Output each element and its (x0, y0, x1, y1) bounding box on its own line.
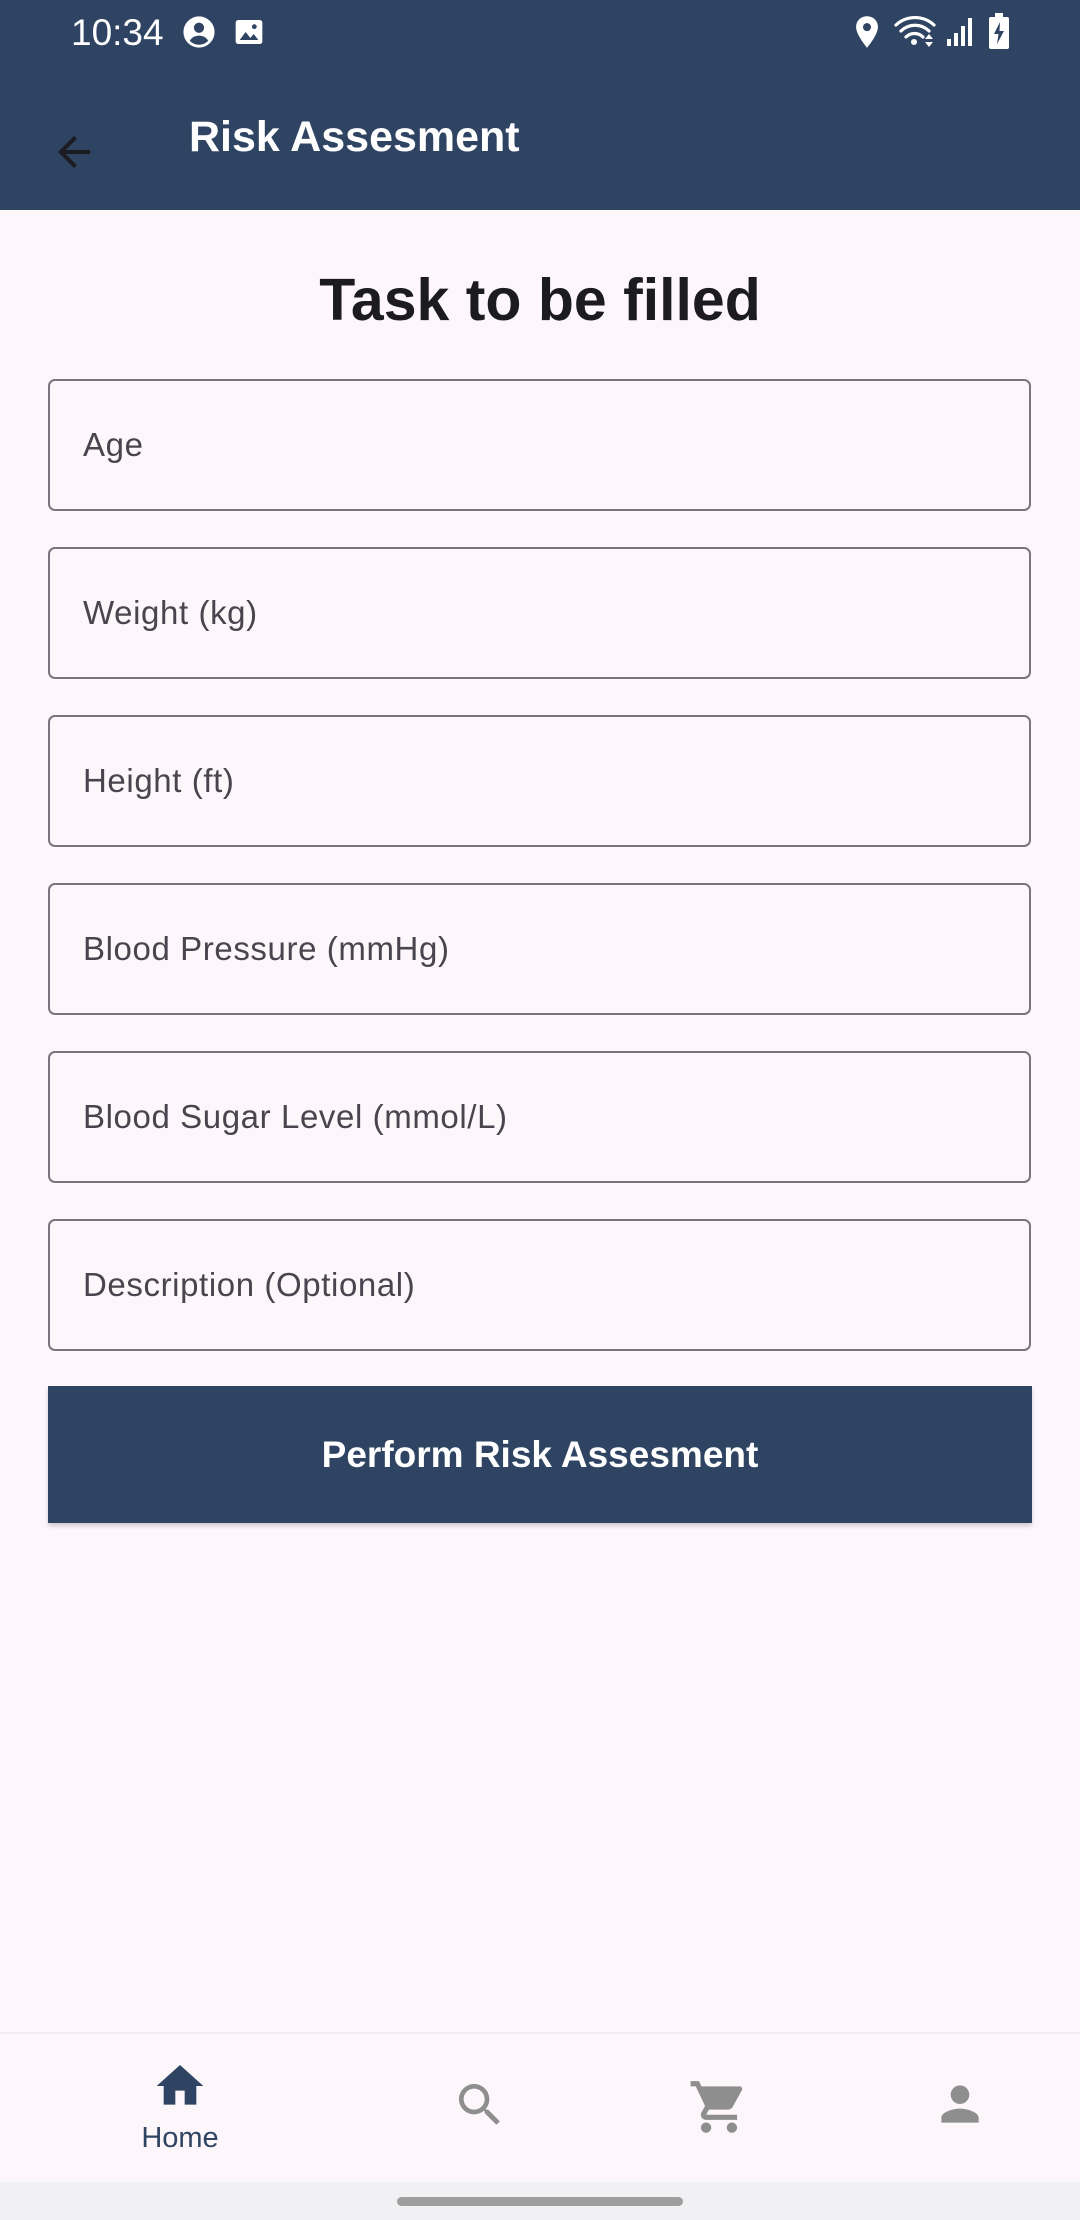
account-circle-icon (183, 16, 215, 48)
location-icon (856, 16, 878, 48)
search-icon (459, 2084, 500, 2125)
cart-icon (690, 2081, 743, 2133)
weight-field-label: Weight (kg) (83, 594, 258, 631)
description-field[interactable]: Description (Optional) (48, 1219, 1031, 1351)
image-icon (235, 20, 263, 44)
page-title: Risk Assesment (189, 113, 520, 161)
form-heading: Task to be filled (319, 267, 761, 333)
description-field-label: Description (Optional) (83, 1266, 416, 1303)
back-button[interactable] (26, 104, 122, 200)
nav-item-home[interactable]: Home (80, 2034, 280, 2182)
status-bar: 10:34 (0, 0, 1080, 66)
blood-sugar-field-label: Blood Sugar Level (mmol/L) (83, 1098, 508, 1135)
blood-pressure-field-label: Blood Pressure (mmHg) (83, 930, 450, 967)
height-field-label: Height (ft) (83, 762, 235, 799)
wifi-icon (894, 15, 936, 47)
bottom-nav: Home (0, 2032, 1080, 2182)
nav-item-profile[interactable] (860, 2034, 1060, 2182)
app-bar: Risk Assesment (0, 66, 1080, 210)
perform-risk-assessment-button[interactable]: Perform Risk Assesment (48, 1386, 1032, 1523)
person-icon (941, 2085, 979, 2123)
age-field[interactable]: Age (48, 379, 1031, 511)
age-field-label: Age (83, 426, 144, 463)
blood-sugar-field[interactable]: Blood Sugar Level (mmol/L) (48, 1051, 1031, 1183)
status-time: 10:34 (71, 12, 164, 53)
battery-icon (989, 13, 1009, 49)
signal-icon (947, 18, 972, 46)
nav-label-home: Home (141, 2122, 219, 2154)
nav-item-cart[interactable] (620, 2034, 820, 2182)
nav-item-search[interactable] (380, 2034, 580, 2182)
arrow-back-icon (58, 136, 90, 168)
perform-risk-assessment-label: Perform Risk Assesment (321, 1433, 759, 1475)
weight-field[interactable]: Weight (kg) (48, 547, 1031, 679)
gesture-handle[interactable] (397, 2197, 683, 2206)
gesture-nav-area (0, 2182, 1080, 2220)
home-icon (156, 2065, 204, 2105)
height-field[interactable]: Height (ft) (48, 715, 1031, 847)
blood-pressure-field[interactable]: Blood Pressure (mmHg) (48, 883, 1031, 1015)
